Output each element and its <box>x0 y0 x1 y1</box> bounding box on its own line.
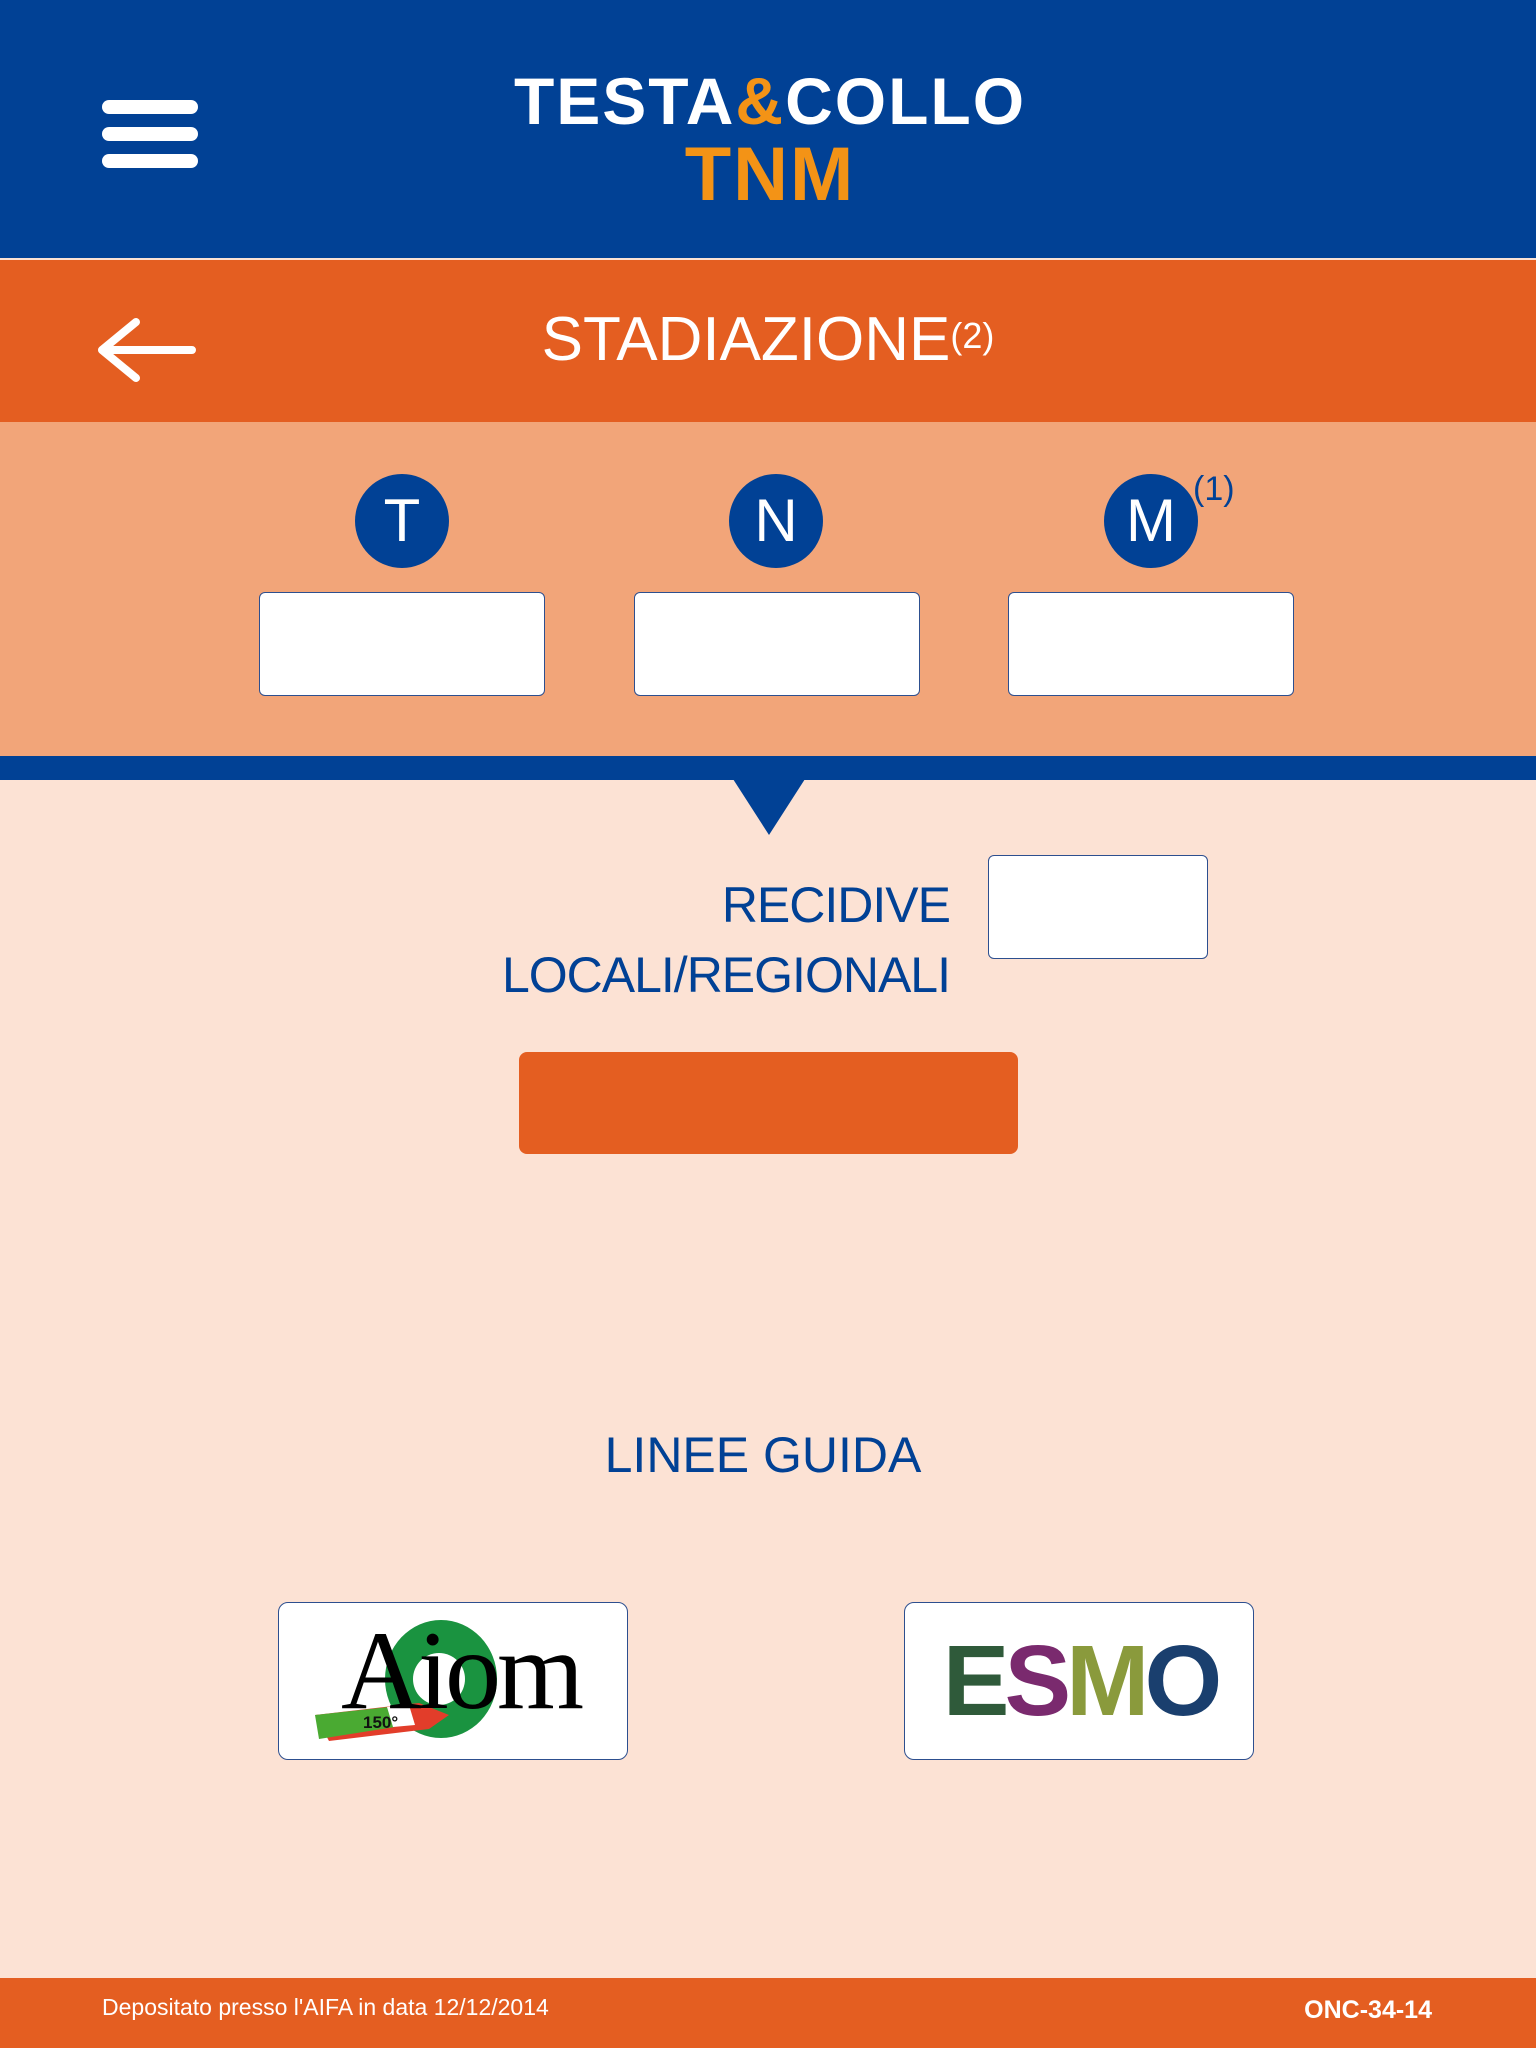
app-logo-subtitle: TNM <box>684 132 856 217</box>
t-badge: T <box>355 474 449 568</box>
m-footnote: (1) <box>1193 470 1235 508</box>
esmo-letter: O <box>1144 1625 1222 1737</box>
aiom-logo-badge: 150° <box>363 1713 399 1732</box>
recidive-value-field[interactable] <box>988 855 1208 959</box>
tnm-staging-panel: T N M (1) <box>0 422 1536 756</box>
logo-ampersand: & <box>735 64 786 138</box>
m-badge: M <box>1104 474 1198 568</box>
esmo-letter: E <box>942 1625 1010 1737</box>
section-divider <box>0 756 1536 780</box>
esmo-guidelines-button[interactable]: ESMO <box>904 1602 1254 1760</box>
footer-bar: Depositato presso l'AIFA in data 12/12/2… <box>0 1978 1536 2048</box>
guidelines-label: LINEE GUIDA <box>604 1427 922 1483</box>
n-value-field[interactable] <box>634 592 920 696</box>
app-header: TESTA&COLLO TNM <box>0 0 1536 258</box>
recidive-label: RECIDIVE LOCALI/REGIONALI <box>501 877 951 1003</box>
footer-code: ONC-34-14 <box>1304 1996 1432 2024</box>
esmo-letter: M <box>1066 1625 1149 1737</box>
footer-deposit-note: Depositato presso l'AIFA in data 12/12/2… <box>102 1994 549 2020</box>
n-badge: N <box>729 474 823 568</box>
logo-word-collo: COLLO <box>785 64 1027 138</box>
down-pointer-icon <box>733 779 805 835</box>
calculate-button[interactable] <box>519 1052 1018 1154</box>
page-title-text: STADIAZIONE <box>541 305 951 374</box>
title-bar: STADIAZIONE(2) <box>0 260 1536 422</box>
esmo-logo-text: ESMO <box>942 1625 1223 1737</box>
esmo-letter: S <box>1004 1625 1071 1737</box>
logo-word-testa: TESTA <box>513 64 736 138</box>
page-title-footnote: (2) <box>950 315 995 356</box>
t-value-field[interactable] <box>259 592 545 696</box>
aiom-guidelines-button[interactable]: Aiom 150° <box>278 1602 628 1760</box>
m-value-field[interactable] <box>1008 592 1294 696</box>
app-logo-title: TESTA&COLLO <box>460 66 1080 136</box>
menu-icon[interactable] <box>102 100 198 168</box>
page-title: STADIAZIONE(2) <box>0 300 1536 380</box>
esmo-logo: ESMO <box>905 1629 1253 1733</box>
